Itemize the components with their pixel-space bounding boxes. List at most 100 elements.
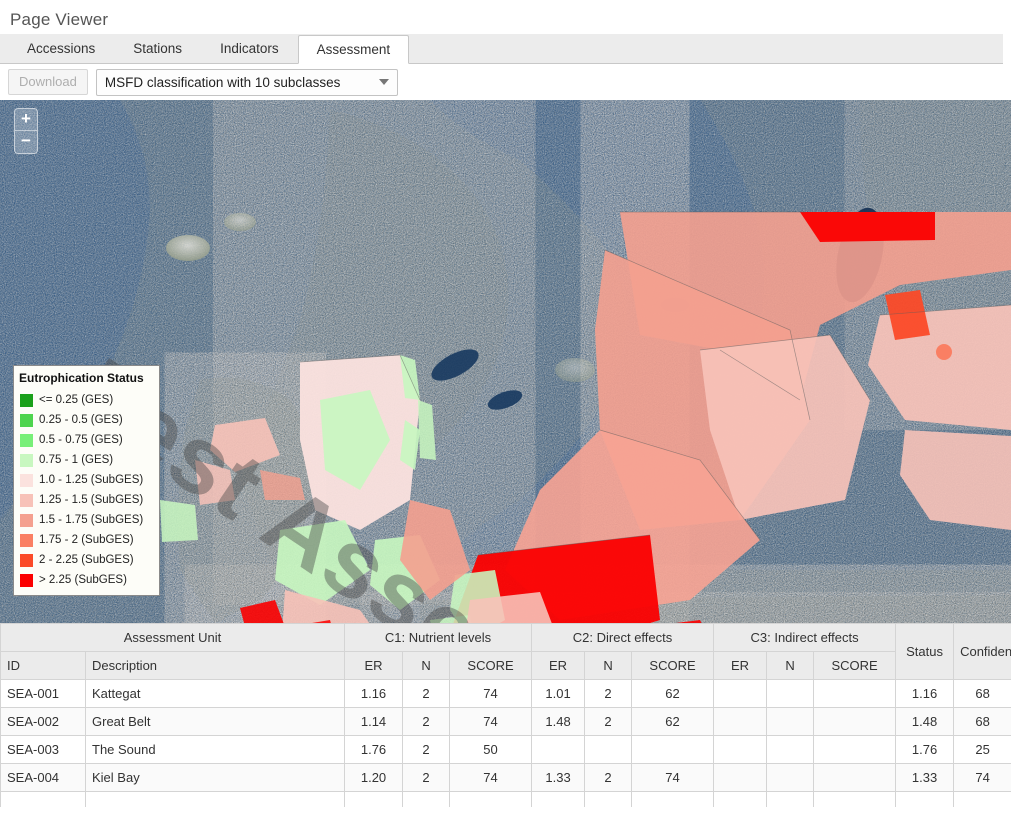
legend-color-swatch [20,453,33,467]
table-column-header[interactable]: SCORE [449,651,533,680]
cell-c3-score [813,707,897,736]
legend-item-label: 1.0 - 1.25 (SubGES) [39,474,144,486]
zoom-in-button[interactable]: + [15,109,37,131]
cell-c3-score [813,763,897,792]
table-row[interactable]: SEA-003 The Sound 1.76 2 50 1.76 25 [0,735,1011,764]
map-zoom-control[interactable]: + − [14,108,38,154]
cell-c1-n: 2 [402,735,451,764]
table-column-header[interactable]: N [766,651,815,680]
legend-color-swatch [20,413,33,427]
assessment-table-head: Assessment Unit C1: Nutrient levels C2: Di… [0,623,1011,680]
cell-c2-er [531,791,586,807]
tab-indicators[interactable]: Indicators [201,34,298,63]
chevron-down-icon [378,79,389,85]
cell-c2-er: 1.33 [531,763,586,792]
cell-description: Great Belt [84,707,346,736]
table-column-header[interactable]: SCORE [631,651,715,680]
tab-stations[interactable]: Stations [114,34,202,63]
cell-c3-n [766,707,815,736]
table-column-header[interactable]: ER [713,651,768,680]
legend-color-swatch [20,473,33,487]
table-column-header[interactable]: Description [84,651,346,680]
legend-item-label: 0.5 - 0.75 (GES) [39,434,123,446]
legend-items: <= 0.25 (GES) 0.25 - 0.5 (GES) 0.5 - 0.75 … [14,390,159,590]
cell-c2-er: 1.01 [531,679,586,708]
map-legend: Eutrophication Status <= 0.25 (GES) 0.25 … [13,365,160,596]
cell-c2-n: 2 [584,679,633,708]
cell-c3-er [713,735,768,764]
cell-c1-er [344,791,404,807]
cell-c1-n: 2 [402,707,451,736]
cell-status: 1.48 [895,707,955,736]
classification-select[interactable]: MSFD classification with 10 subclasses [95,68,398,96]
legend-color-swatch [20,513,33,527]
cell-c2-er: 1.48 [531,707,586,736]
assessment-table-container[interactable]: Assessment Unit C1: Nutrient levels C2: Di… [0,623,1011,807]
zoom-out-button[interactable]: − [15,131,37,153]
cell-c3-er [713,679,768,708]
cell-c3-score [813,791,897,807]
legend-color-swatch [20,393,33,407]
cell-confidence [953,791,1011,807]
table-group-header: Status [895,623,955,680]
legend-item-label: 2 - 2.25 (SubGES) [39,554,134,566]
table-column-header[interactable]: ER [531,651,586,680]
cell-id: SEA-003 [0,735,86,764]
cell-description: Kattegat [84,679,346,708]
table-row[interactable]: SEA-001 Kattegat 1.16 2 74 1.01 2 62 1.16 68 [0,679,1011,708]
map-viewport[interactable]: + − Eutrophication Status <= 0.25 (GES) 0… [0,100,1011,623]
legend-color-swatch [20,553,33,567]
legend-item-label: <= 0.25 (GES) [39,394,114,406]
cell-status: 1.16 [895,679,955,708]
cell-confidence: 68 [953,707,1011,736]
legend-item-label: 0.75 - 1 (GES) [39,454,114,466]
toolbar: Download MSFD classification with 10 sub… [0,64,1011,100]
table-sub-header-row: ID Description ER N SCORE ER N SCORE ER N SCORE [0,651,1011,680]
cell-c2-er [531,735,586,764]
legend-color-swatch [20,533,33,547]
table-row[interactable] [0,791,1011,807]
table-group-header: Assessment Unit [0,623,346,652]
legend-item: <= 0.25 (GES) [14,390,159,410]
tab-assessment[interactable]: Assessment [297,35,410,64]
legend-item: > 2.25 (SubGES) [14,570,159,590]
tab-accessions[interactable]: Accessions [8,34,115,63]
cell-c2-score [631,735,715,764]
table-column-header[interactable]: ER [344,651,404,680]
legend-color-swatch [20,493,33,507]
table-row[interactable]: SEA-004 Kiel Bay 1.20 2 74 1.33 2 74 1.33 74 [0,763,1011,792]
download-button[interactable]: Download [8,69,88,95]
cell-c1-n: 2 [402,763,451,792]
cell-c2-score: 62 [631,679,715,708]
legend-item: 1.75 - 2 (SubGES) [14,530,159,550]
legend-item-label: > 2.25 (SubGES) [39,574,127,586]
legend-item: 1.0 - 1.25 (SubGES) [14,470,159,490]
cell-c1-score: 74 [449,763,533,792]
table-column-header[interactable]: SCORE [813,651,897,680]
cell-c2-n [584,791,633,807]
cell-c3-er [713,791,768,807]
legend-item: 2 - 2.25 (SubGES) [14,550,159,570]
cell-id: SEA-001 [0,679,86,708]
cell-c3-n [766,679,815,708]
legend-item-label: 1.25 - 1.5 (SubGES) [39,494,144,506]
cell-c1-score: 74 [449,707,533,736]
cell-c2-n [584,735,633,764]
cell-id [0,791,86,807]
table-column-header[interactable]: ID [0,651,86,680]
table-column-header[interactable]: N [584,651,633,680]
cell-status [895,791,955,807]
cell-c2-n: 2 [584,763,633,792]
classification-select-value: MSFD classification with 10 subclasses [104,74,341,90]
cell-id: SEA-004 [0,763,86,792]
cell-c3-score [813,679,897,708]
cell-c3-n [766,791,815,807]
cell-c1-n: 2 [402,679,451,708]
table-row[interactable]: SEA-002 Great Belt 1.14 2 74 1.48 2 62 1.48 68 [0,707,1011,736]
table-group-header-row: Assessment Unit C1: Nutrient levels C2: Di… [0,623,1011,680]
cell-description: The Sound [84,735,346,764]
legend-item-label: 1.5 - 1.75 (SubGES) [39,514,144,526]
table-column-header[interactable]: N [402,651,451,680]
assessment-table-body: SEA-001 Kattegat 1.16 2 74 1.01 2 62 1.16 68 SEA-0… [0,679,1011,807]
cell-c1-er: 1.20 [344,763,404,792]
